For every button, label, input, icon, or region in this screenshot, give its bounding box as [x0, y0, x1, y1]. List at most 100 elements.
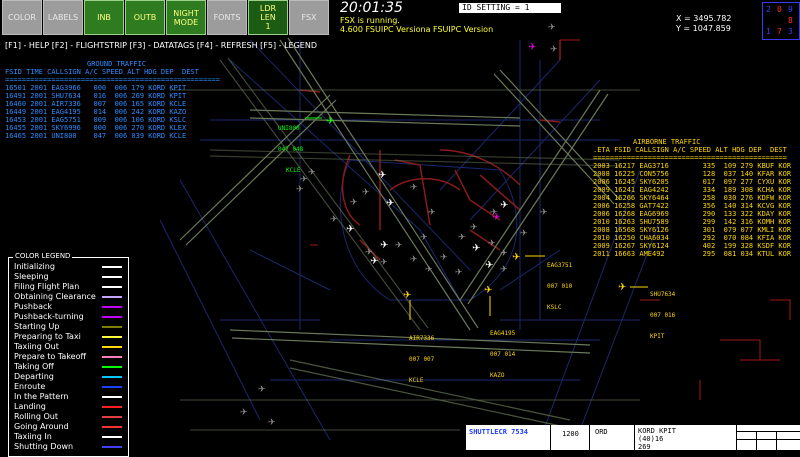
ground-traffic-row[interactable]: 16453 2001 EAG5751 009 006 106 KORD KSLC [5, 116, 220, 124]
airborne-traffic-row[interactable]: 2008 16225 CON5756 128 037 140 KFAR KOR [593, 170, 800, 178]
airborne-traffic-row[interactable]: 2009 16241 EAG4242 334 189 308 KCHA KOR [593, 186, 800, 194]
outbound-button[interactable]: OUTB [125, 0, 165, 35]
outbound-button-label: OUTB [133, 13, 157, 22]
legend-item: Initializing [9, 262, 128, 272]
night-mode-button-label: NIGHT MODE [173, 8, 199, 27]
airborne-traffic-row[interactable]: 2009 16267 SKY6124 402 199 328 KSDF KOR [593, 242, 800, 250]
svg-text:✈: ✈ [346, 224, 354, 235]
flight-strip[interactable]: SHUTTLECR 7534 1200 ORD KORD KPIT (40)16… [466, 425, 800, 450]
tag-callsign: AIR7336 [409, 335, 435, 342]
svg-text:✈: ✈ [548, 23, 556, 33]
strip-origin: ORD [595, 428, 608, 436]
data-tag-eag3751[interactable]: EAG3751 007 010 KSLC [547, 248, 572, 318]
color-button-label: COLOR [8, 13, 36, 22]
legend-item: Obtaining Clearance [9, 292, 128, 302]
fsx-button[interactable]: FSX [289, 0, 329, 35]
radar-digit: 2 [766, 5, 771, 14]
svg-text:✈: ✈ [326, 116, 334, 127]
tag-callsign: EAG3751 [547, 262, 573, 269]
svg-text:✈: ✈ [485, 260, 493, 271]
legend-item-label: Shutting Down [14, 442, 74, 451]
strip-heading: 269 [638, 443, 651, 450]
radar-digit: 0 [777, 5, 782, 14]
legend-item: Sleeping [9, 272, 128, 282]
airborne-traffic-row[interactable]: 2004 16266 SKY6464 258 030 276 KDFW KOR [593, 194, 800, 202]
airborne-traffic-header: .ETA FSID CALLSIGN A/C SPEED ALT HDG DEP… [593, 146, 787, 154]
leader-length-button[interactable]: LDR LEN 1 [248, 0, 288, 35]
airborne-traffic-row[interactable]: 2006 16258 GAT7422 356 140 314 KCVG KOR [593, 202, 800, 210]
svg-text:✈: ✈ [403, 290, 411, 301]
tag-speed-alt: 007 016 [650, 312, 676, 319]
labels-button[interactable]: LABELS [43, 0, 83, 35]
clock: 20:01:35 [340, 0, 403, 16]
data-tag-air7336[interactable]: AIR7336 007 007 KCLE [409, 321, 434, 391]
ground-traffic-separator: ========================================… [5, 76, 220, 84]
ground-traffic-row[interactable]: 16449 2001 EAG4195 014 006 242 KORD KAZO [5, 108, 220, 116]
inbound-button[interactable]: INB [84, 0, 124, 35]
fsx-status: FSX is running. 4.600 FSUIPC Versiona FS… [340, 16, 493, 34]
svg-text:✈: ✈ [296, 185, 304, 195]
tag-destination: KSLC [547, 304, 562, 311]
airborne-traffic-row[interactable]: 2008 16568 SKY6126 301 079 077 KMLI KOR [593, 226, 800, 234]
legend-item-label: Rolling Out [14, 412, 58, 421]
legend-item-label: Pushback [14, 302, 53, 311]
legend-color-swatch [102, 366, 122, 368]
svg-text:✈: ✈ [455, 268, 463, 278]
ground-traffic-row[interactable]: 16501 2001 EAG3966 000 006 179 KORD KPIT [5, 84, 220, 92]
legend-item: Taxiing In [9, 432, 128, 442]
legend-item: Departing [9, 372, 128, 382]
airborne-traffic-panel[interactable]: AIRBORNE TRAFFIC .ETA FSID CALLSIGN A/C … [593, 138, 800, 258]
status-line: 4.600 FSUIPC Versiona FSUIPC Version [340, 25, 494, 34]
svg-text:✈: ✈ [308, 168, 316, 178]
legend-color-swatch [102, 266, 122, 268]
airborne-traffic-row[interactable]: 2006 16245 SKY6205 017 097 277 CYXU KOR [593, 178, 800, 186]
data-tag-shu7634[interactable]: SHU7634 007 016 KPIT [650, 277, 675, 347]
night-mode-button[interactable]: NIGHT MODE [166, 0, 206, 35]
legend-item-label: Taxiing Out [14, 342, 59, 351]
legend-color-swatch [102, 406, 122, 408]
data-tag-uni800[interactable]: UNI800 047 048 KCLE [278, 111, 303, 181]
airborne-traffic-row[interactable]: 2003 16217 EAG3716 335 109 279 KBUF KOR [593, 162, 800, 170]
svg-text:✈: ✈ [410, 183, 418, 193]
airborne-traffic-row[interactable]: 2010 16250 CHA6034 292 070 084 KFIA KOR [593, 234, 800, 242]
color-button[interactable]: COLOR [2, 0, 42, 35]
ground-traffic-row[interactable]: 16491 2001 SHU7634 016 006 269 KORD KPIT [5, 92, 220, 100]
fsx-button-label: FSX [301, 13, 317, 22]
legend-item: Going Around [9, 422, 128, 432]
svg-text:✈: ✈ [500, 265, 508, 275]
airborne-traffic-row[interactable]: 2010 16263 SHU7589 299 142 316 KOMH KOR [593, 218, 800, 226]
svg-text:✈: ✈ [488, 239, 496, 249]
svg-text:✈: ✈ [458, 233, 466, 243]
legend-item-label: Taking Off [14, 362, 54, 371]
data-tag-eag4195[interactable]: EAG4195 007 014 KAZO [490, 316, 515, 386]
svg-text:✈: ✈ [500, 249, 508, 259]
legend-color-swatch [102, 416, 122, 418]
legend-item: In the Pattern [9, 392, 128, 402]
svg-text:✈: ✈ [395, 241, 403, 251]
airborne-traffic-row[interactable]: 2011 16663 AME492 295 081 034 KTUL KOR [593, 250, 800, 258]
legend-item-label: Departing [14, 372, 54, 381]
ground-traffic-row[interactable]: 16455 2001 SKY6996 000 006 270 KORD KLEX [5, 124, 220, 132]
legend-item: Shutting Down [9, 442, 128, 452]
inbound-button-label: INB [97, 13, 111, 22]
legend-item-label: Enroute [14, 382, 46, 391]
legend-item-label: Preparing to Taxi [14, 332, 81, 341]
ground-traffic-row[interactable]: 16460 2001 AIR7336 007 006 165 KORD KCLE [5, 100, 220, 108]
legend-item: Starting Up [9, 322, 128, 332]
ground-traffic-row[interactable]: 16465 2001 UNI800 047 006 039 KORD KCLE [5, 132, 220, 140]
svg-text:✈: ✈ [492, 212, 500, 223]
tag-speed-alt: 007 014 [490, 351, 516, 358]
coord-x: X = 3495.782 [676, 14, 732, 23]
airborne-traffic-row[interactable]: 2006 16268 EAG6969 290 133 322 KDAY KOR [593, 210, 800, 218]
legend-item: Pushback-turning [9, 312, 128, 322]
svg-text:✈: ✈ [240, 408, 248, 418]
id-setting-field[interactable]: ID SETTING = 1 [459, 3, 561, 13]
airborne-traffic-separator: ========================================… [593, 154, 787, 162]
coord-y: Y = 1047.859 [676, 24, 731, 33]
ground-traffic-panel[interactable]: GROUND TRAFFIC FSID TIME CALLSIGN A/C SP… [5, 60, 220, 140]
legend-item: Filing Flight Plan [9, 282, 128, 292]
fonts-button[interactable]: FONTS [207, 0, 247, 35]
radar-scope-widget[interactable]: 2 0 9 8 1 7 3 [762, 2, 800, 40]
svg-text:✈: ✈ [258, 385, 266, 395]
tag-callsign: SHU7634 [650, 291, 676, 298]
